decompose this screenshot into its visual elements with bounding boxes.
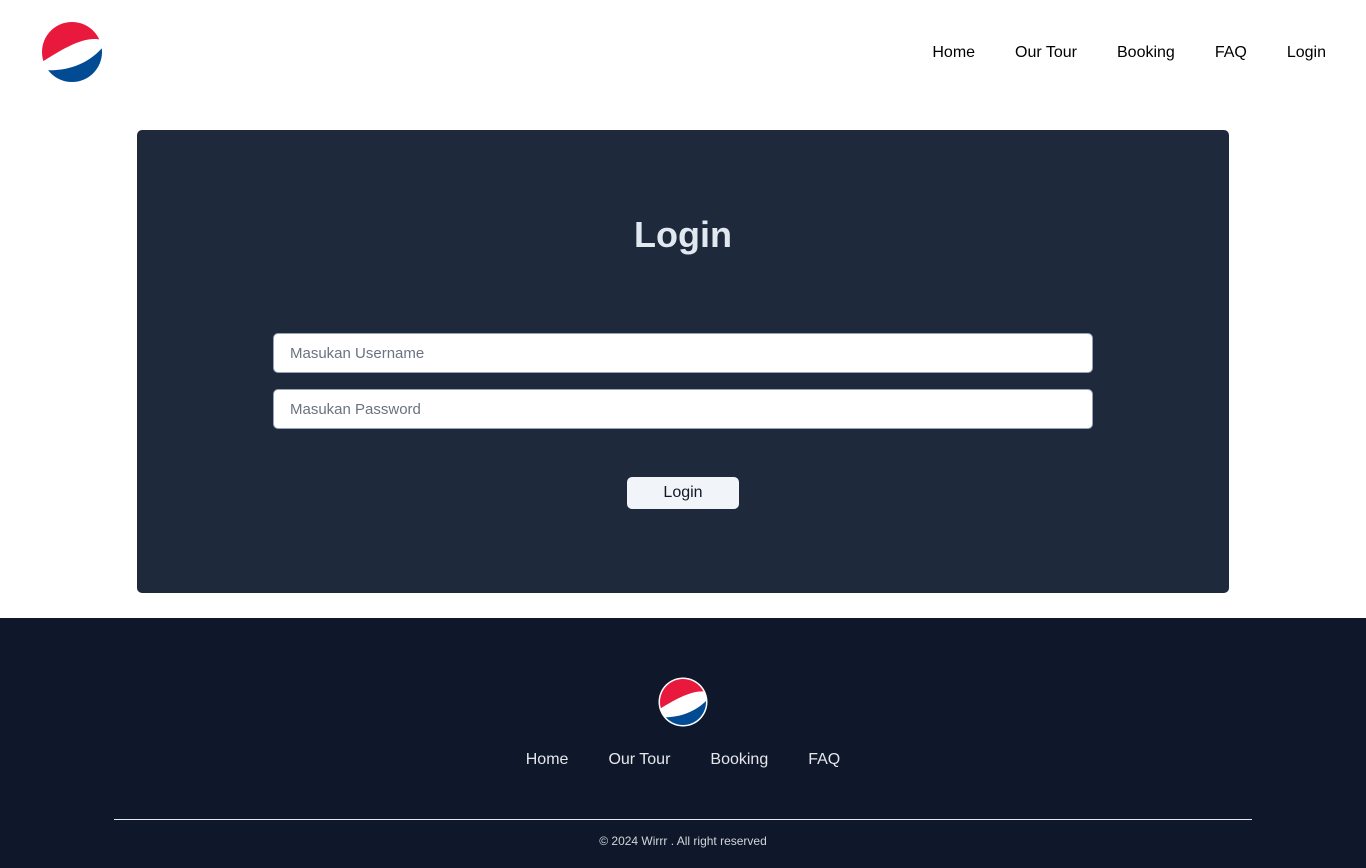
footer-home-link[interactable]: Home <box>526 750 569 770</box>
nav-booking-link[interactable]: Booking <box>1117 43 1175 63</box>
username-input[interactable] <box>273 333 1093 373</box>
footer-divider <box>114 819 1252 820</box>
nav-our-tour-link[interactable]: Our Tour <box>1015 43 1077 63</box>
pepsi-logo-icon[interactable] <box>42 22 102 82</box>
navbar: Home Our Tour Booking FAQ Login <box>0 0 1366 106</box>
password-input[interactable] <box>273 389 1093 429</box>
copyright-text: © 2024 Wirrr . All right reserved <box>599 834 767 848</box>
login-title: Login <box>634 214 732 255</box>
footer: Home Our Tour Booking FAQ © 2024 Wirrr .… <box>0 618 1366 868</box>
nav-faq-link[interactable]: FAQ <box>1215 43 1247 63</box>
pepsi-footer-logo-icon[interactable] <box>658 677 708 727</box>
login-button[interactable]: Login <box>627 477 739 509</box>
nav-login-link[interactable]: Login <box>1287 43 1326 63</box>
footer-our-tour-link[interactable]: Our Tour <box>608 750 670 770</box>
footer-faq-link[interactable]: FAQ <box>808 750 840 770</box>
footer-nav: Home Our Tour Booking FAQ <box>0 750 1366 770</box>
footer-booking-link[interactable]: Booking <box>710 750 768 770</box>
nav-home-link[interactable]: Home <box>932 43 975 63</box>
main-nav: Home Our Tour Booking FAQ Login <box>932 43 1326 63</box>
